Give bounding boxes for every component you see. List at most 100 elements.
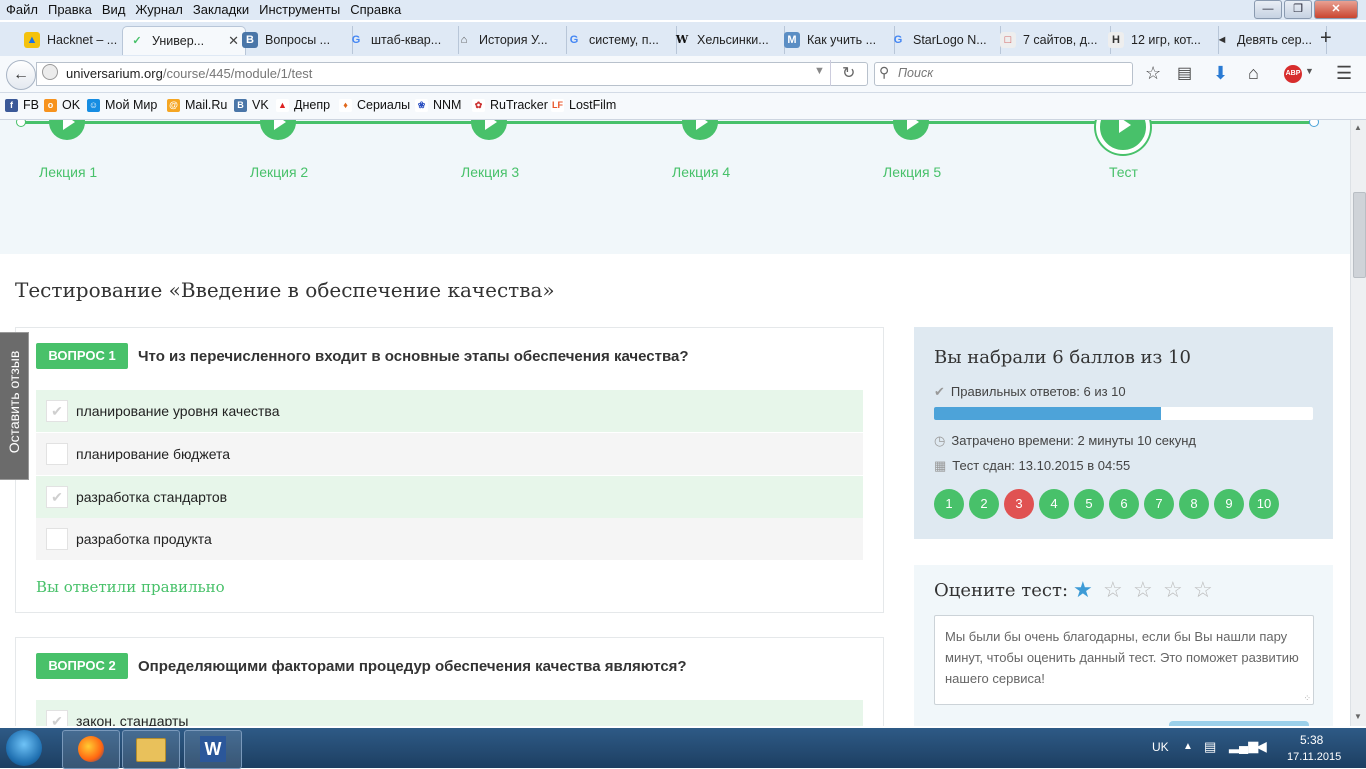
bookmark-rutracker[interactable]: ✿ RuTracker xyxy=(472,98,548,112)
submit-rating-button[interactable] xyxy=(1169,721,1309,726)
bookmark-nnm[interactable]: ❀ NNM xyxy=(415,98,461,112)
lecture-4-play-icon[interactable] xyxy=(682,120,718,140)
close-window-button[interactable]: ✕ xyxy=(1314,0,1358,19)
taskbar-word[interactable]: W xyxy=(184,730,242,769)
bookmark-fb[interactable]: f FB xyxy=(5,98,39,112)
tab-helsinki[interactable]: W Хельсинки... xyxy=(668,26,785,54)
question-number-7[interactable]: 7 xyxy=(1144,489,1174,519)
menu-history[interactable]: Журнал xyxy=(129,0,186,17)
lecture-5-link[interactable]: Лекция 5 xyxy=(883,164,941,180)
adblock-dropdown-icon[interactable]: ▼ xyxy=(1305,66,1314,76)
clock-date[interactable]: 17.11.2015 xyxy=(1287,751,1341,763)
test-play-icon[interactable] xyxy=(1096,120,1150,154)
back-button[interactable]: ← xyxy=(6,60,36,90)
question-number-2[interactable]: 2 xyxy=(969,489,999,519)
signal-icon[interactable]: ▂▄▆ xyxy=(1229,738,1258,754)
new-tab-button[interactable]: + xyxy=(1320,27,1332,50)
tab-starlogo[interactable]: G StarLogo N... xyxy=(884,26,1001,54)
menu-icon[interactable]: ☰ xyxy=(1336,63,1352,84)
download-icon[interactable]: ⬇ xyxy=(1213,63,1228,84)
tab-12-igr[interactable]: H 12 игр, кот... xyxy=(1102,26,1219,54)
lecture-3-play-icon[interactable] xyxy=(471,120,507,140)
scroll-down-icon[interactable]: ▼ xyxy=(1354,712,1362,721)
lecture-4-link[interactable]: Лекция 4 xyxy=(672,164,730,180)
start-button[interactable] xyxy=(6,730,42,766)
menu-view[interactable]: Вид xyxy=(96,0,130,17)
bookmark-star-icon[interactable]: ☆ xyxy=(1145,63,1161,84)
reload-icon[interactable]: ↻ xyxy=(842,63,855,83)
bookmark-mailru[interactable]: @ Mail.Ru xyxy=(167,98,227,112)
bookmark-label: OK xyxy=(62,98,81,112)
menu-file[interactable]: Файл xyxy=(0,0,42,17)
search-placeholder: Поиск xyxy=(898,66,934,80)
tab-voprosy[interactable]: B Вопросы ... xyxy=(236,26,353,54)
taskbar-firefox[interactable] xyxy=(62,730,120,769)
url-dropdown-icon[interactable]: ▼ xyxy=(814,65,825,77)
question-number-10[interactable]: 10 xyxy=(1249,489,1279,519)
answer-option: ✔ планирование уровня качества xyxy=(36,390,863,432)
star-icon-3[interactable]: ☆ xyxy=(1133,577,1153,603)
home-icon[interactable]: ⌂ xyxy=(1248,63,1259,84)
vertical-scrollbar[interactable]: ▲ ▼ xyxy=(1350,120,1366,726)
question-number-1[interactable]: 1 xyxy=(934,489,964,519)
taskbar-explorer[interactable] xyxy=(122,730,180,769)
feedback-tab[interactable]: Оставить отзыв xyxy=(0,332,29,480)
question-number-9[interactable]: 9 xyxy=(1214,489,1244,519)
question-number-5[interactable]: 5 xyxy=(1074,489,1104,519)
tab-hacknet[interactable]: ▲ Hacknet – ... xyxy=(18,26,135,54)
bookmark-moi-mir[interactable]: ☺ Мой Мир xyxy=(87,98,157,112)
address-text[interactable]: universarium.org/course/445/module/1/tes… xyxy=(66,66,312,81)
question-number-3[interactable]: 3 xyxy=(1004,489,1034,519)
lecture-2-link[interactable]: Лекция 2 xyxy=(250,164,308,180)
bookmark-lostfilm[interactable]: LF LostFilm xyxy=(551,98,616,112)
adblock-icon[interactable]: ABP xyxy=(1284,65,1302,83)
bookmark-ok[interactable]: o OK xyxy=(44,98,80,112)
tab-label: систему, п... xyxy=(589,33,659,47)
bookmark-label: Сериалы xyxy=(357,98,411,112)
tab-7-saitov[interactable]: □ 7 сайтов, д... xyxy=(994,26,1111,54)
question-number-8[interactable]: 8 xyxy=(1179,489,1209,519)
question-number-6[interactable]: 6 xyxy=(1109,489,1139,519)
tab-sistemu[interactable]: G систему, п... xyxy=(560,26,677,54)
star-icon-1[interactable]: ★ xyxy=(1073,577,1093,603)
lecture-1-play-icon[interactable] xyxy=(49,120,85,140)
m-icon: M xyxy=(784,32,800,48)
firefox-icon xyxy=(78,736,104,762)
resize-grip-icon[interactable]: ⁘ xyxy=(1303,693,1311,704)
volume-icon[interactable]: ◀ xyxy=(1256,738,1267,755)
star-icon-2[interactable]: ☆ xyxy=(1103,577,1123,603)
question-number-4[interactable]: 4 xyxy=(1039,489,1069,519)
network-icon[interactable]: ▤ xyxy=(1204,739,1216,755)
scroll-thumb[interactable] xyxy=(1353,192,1366,278)
google-icon: G xyxy=(569,34,579,46)
tab-shtab[interactable]: G штаб-квар... xyxy=(342,26,459,54)
bookmark-dnepr[interactable]: ▲ Днепр xyxy=(276,98,330,112)
language-indicator[interactable]: UK xyxy=(1152,740,1169,754)
lecture-2-play-icon[interactable] xyxy=(260,120,296,140)
maximize-button[interactable]: ❐ xyxy=(1284,0,1312,19)
lecture-5-play-icon[interactable] xyxy=(893,120,929,140)
tab-universarium[interactable]: ✓ Универ... ✕ xyxy=(122,26,246,55)
check-icon: ✔ xyxy=(46,710,68,726)
clock-time[interactable]: 5:38 xyxy=(1300,733,1323,747)
tab-istoriya[interactable]: ⌂ История У... xyxy=(450,26,567,54)
scroll-up-icon[interactable]: ▲ xyxy=(1354,123,1362,132)
minimize-button[interactable]: — xyxy=(1254,0,1282,19)
menu-help[interactable]: Справка xyxy=(344,0,405,17)
menu-bookmarks[interactable]: Закладки xyxy=(187,0,253,17)
tab-devyat[interactable]: ◄ Девять сер... xyxy=(1208,26,1327,54)
rating-comment-placeholder: Мы были бы очень благодарны, если бы Вы … xyxy=(945,629,1299,686)
menu-edit[interactable]: Правка xyxy=(42,0,96,17)
bookmark-vk[interactable]: B VK xyxy=(234,98,269,112)
test-link[interactable]: Тест xyxy=(1109,164,1138,180)
tab-kak-uchit[interactable]: M Как учить ... xyxy=(778,26,895,54)
lecture-3-link[interactable]: Лекция 3 xyxy=(461,164,519,180)
rating-comment-textarea[interactable]: Мы были бы очень благодарны, если бы Вы … xyxy=(934,615,1314,705)
bookmark-serialy[interactable]: ♦ Сериалы xyxy=(339,98,410,112)
tray-expand-icon[interactable]: ▲ xyxy=(1183,741,1193,752)
star-icon-4[interactable]: ☆ xyxy=(1163,577,1183,603)
reading-list-icon[interactable]: ▤ xyxy=(1177,63,1192,83)
star-icon-5[interactable]: ☆ xyxy=(1193,577,1213,603)
menu-tools[interactable]: Инструменты xyxy=(253,0,344,17)
lecture-1-link[interactable]: Лекция 1 xyxy=(39,164,97,180)
